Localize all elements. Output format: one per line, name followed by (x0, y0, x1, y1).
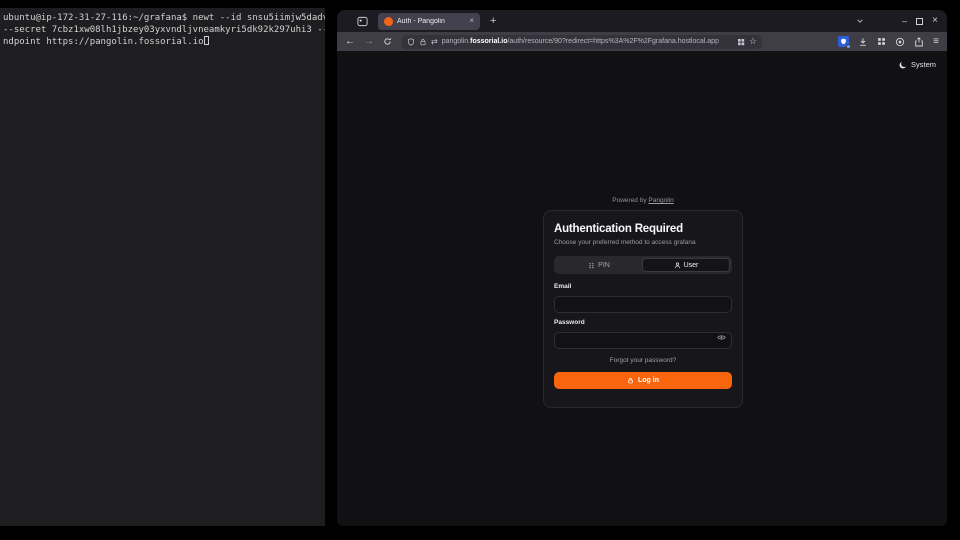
close-tab-icon[interactable]: × (469, 17, 474, 25)
auth-card: Authentication Required Choose your pref… (543, 210, 743, 408)
url-path: /auth/resource/90?redirect=https%3A%2F%2… (507, 38, 719, 45)
user-icon (674, 262, 681, 269)
lock-icon-small (627, 377, 634, 384)
auth-method-tabs: PIN User (554, 256, 732, 274)
card-title: Authentication Required (554, 223, 732, 235)
browser-window: Auth - Pangolin × + – × ← → (337, 10, 947, 526)
theme-label: System (911, 60, 936, 69)
terminal-window[interactable]: ubuntu@ip-172-31-27-116:~/grafana$ newt … (0, 8, 325, 526)
maximize-button[interactable] (916, 18, 923, 25)
tab-pin-label: PIN (598, 262, 610, 269)
downloads-icon[interactable] (858, 37, 868, 47)
url-fade (715, 37, 733, 47)
firefox-view-icon[interactable] (357, 16, 368, 27)
pangolin-favicon (384, 17, 393, 26)
tab-title: Auth - Pangolin (397, 18, 465, 25)
tab-pin[interactable]: PIN (556, 258, 642, 272)
shield-icon[interactable] (407, 38, 415, 46)
browser-tab-auth-pangolin[interactable]: Auth - Pangolin × (378, 13, 480, 30)
auth-section: Powered by Pangolin Authentication Requi… (543, 197, 743, 408)
terminal-line: ndpoint https://pangolin.fossorial.io (3, 36, 322, 48)
circle-extension-icon[interactable] (895, 37, 905, 47)
terminal-line: ubuntu@ip-172-31-27-116:~/grafana$ newt … (3, 12, 322, 24)
forgot-password-link[interactable]: Forgot your password? (554, 357, 732, 364)
browser-nav-bar: ← → ⇄ pangolin.fossorial.io/auth/resourc… (337, 32, 947, 51)
share-icon[interactable] (914, 37, 924, 47)
reload-button[interactable] (383, 37, 392, 46)
window-controls: – × (902, 16, 938, 26)
new-tab-button[interactable]: + (490, 15, 496, 27)
close-window-button[interactable]: × (932, 16, 938, 26)
theme-toggle[interactable]: System (899, 60, 936, 69)
login-button-label: Log in (638, 377, 659, 384)
browser-tab-bar: Auth - Pangolin × + – × (337, 10, 947, 32)
terminal-line: --secret 7cbz1xw08lh1jbzey03yxvndljvneam… (3, 24, 322, 36)
password-input[interactable] (554, 332, 732, 349)
password-label: Password (554, 319, 732, 326)
back-button[interactable]: ← (345, 36, 355, 47)
terminal-cursor (204, 36, 209, 45)
login-button[interactable]: Log in (554, 372, 732, 389)
email-input[interactable] (554, 296, 732, 313)
desktop: ubuntu@ip-172-31-27-116:~/grafana$ newt … (0, 0, 960, 540)
grid-extension-icon[interactable] (877, 37, 886, 46)
permissions-exchange-icon[interactable]: ⇄ (431, 38, 438, 46)
show-password-eye-icon[interactable] (717, 333, 726, 342)
extension-badge (846, 44, 851, 49)
powered-by-text: Powered by (612, 197, 646, 204)
list-tabs-chevron-icon[interactable] (856, 17, 864, 25)
email-label: Email (554, 283, 732, 290)
toolbar-icons: ≡ (838, 36, 939, 47)
theme-moon-icon (899, 61, 907, 69)
url-bar[interactable]: ⇄ pangolin.fossorial.io/auth/resource/90… (402, 35, 762, 49)
powered-by: Powered by Pangolin (543, 197, 743, 204)
forward-button[interactable]: → (364, 36, 374, 47)
page-content: System Powered by Pangolin Authenticatio… (337, 51, 947, 526)
url-domain: fossorial.io (470, 38, 507, 45)
url-text: pangolin.fossorial.io/auth/resource/90?r… (442, 37, 733, 47)
card-subtitle: Choose your preferred method to access g… (554, 239, 732, 246)
bookmark-star-icon[interactable]: ☆ (749, 37, 757, 46)
url-prefix: pangolin. (442, 38, 470, 45)
password-manager-extension-icon[interactable] (838, 36, 849, 47)
dialpad-icon (588, 262, 595, 269)
minimize-button[interactable]: – (902, 17, 907, 26)
tab-user[interactable]: User (642, 258, 730, 272)
tab-user-label: User (684, 262, 699, 269)
terminal-line-text: ndpoint https://pangolin.fossorial.io (3, 37, 203, 47)
lock-icon[interactable] (419, 38, 427, 46)
menu-icon[interactable]: ≡ (933, 37, 939, 47)
page-actions-grid-icon[interactable] (737, 38, 745, 46)
pangolin-link[interactable]: Pangolin (648, 197, 673, 204)
